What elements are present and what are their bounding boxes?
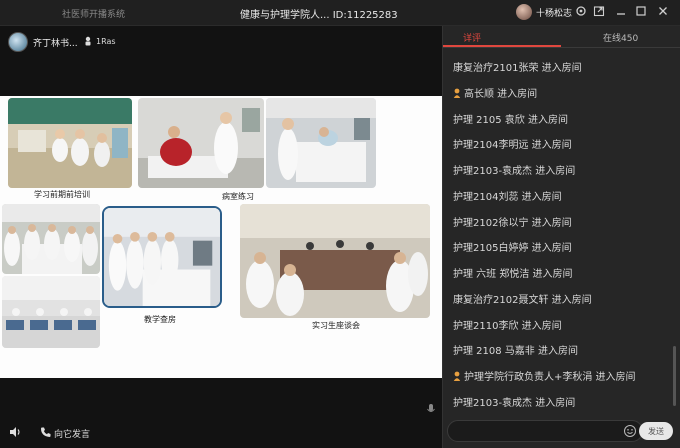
photo-group-training xyxy=(2,204,100,274)
username: 十杨松志 xyxy=(536,8,573,19)
list-item: 护理2103-袁成杰 进入房间 xyxy=(453,166,576,177)
caption-teaching-rounds: 教学查房 xyxy=(144,315,176,324)
user-profile[interactable]: 十杨松志 xyxy=(516,4,572,20)
list-item: 护理2103-袁成杰 进入房间 xyxy=(453,398,576,409)
close-icon[interactable] xyxy=(656,5,670,19)
caption-intern-meeting: 实习生座谈会 xyxy=(312,321,360,330)
list-item: 康复治疗2102聂文轩 进入房间 xyxy=(453,295,592,306)
host-info[interactable]: 齐丁林书... xyxy=(8,32,78,52)
list-item: 护理 2105 袁欣 进入房间 xyxy=(453,115,568,126)
volume-icon[interactable] xyxy=(8,425,22,439)
list-item: 护理 2108 马嘉非 进入房间 xyxy=(453,346,578,357)
scrollbar[interactable] xyxy=(673,346,676,406)
app-title: 社医师开播系统 xyxy=(62,10,126,20)
minimize-icon[interactable] xyxy=(614,5,628,19)
viewer-count: 1Ras xyxy=(84,36,116,46)
caption-ward-practice: 病室练习 xyxy=(222,192,254,201)
message-list: 康复治疗2101张荣 进入房间 高长顺 进入房间 护理 2105 袁欣 进入房间… xyxy=(443,50,673,412)
list-item: 护理2102徐以宁 进入房间 xyxy=(453,218,572,229)
person-icon xyxy=(85,36,91,46)
stream-area: 齐丁林书... 1Ras 学习前期前培训 病室练习 教学查房 实习生座谈会 xyxy=(0,26,442,448)
room-title: 健康与护理学院人... ID:11225283 xyxy=(240,10,398,21)
guard-badge-icon xyxy=(453,88,461,98)
share-icon[interactable] xyxy=(592,5,606,19)
chat-input[interactable] xyxy=(447,420,643,442)
host-avatar[interactable] xyxy=(8,32,28,52)
list-item: 护理2110李欣 进入房间 xyxy=(453,321,562,332)
voice-chat-button[interactable]: 向它发言 xyxy=(54,427,90,440)
avatar[interactable] xyxy=(516,4,532,20)
list-item: 护理学院行政负责人+李秋涓 进入房间 xyxy=(453,368,636,383)
mic-icon[interactable] xyxy=(424,402,438,416)
send-button[interactable]: 发送 xyxy=(639,422,673,440)
chat-input-row: 发送 xyxy=(447,420,677,442)
chat-panel: 详评 在线450 康复治疗2101张荣 进入房间 高长顺 进入房间 护理 210… xyxy=(442,26,680,448)
list-item: 护理2104刘蕊 进入房间 xyxy=(453,192,562,203)
guard-badge-icon xyxy=(453,371,461,381)
list-item: 护理2105白婷婷 进入房间 xyxy=(453,243,572,254)
list-item: 护理2104李明远 进入房间 xyxy=(453,140,572,151)
photo-pre-internship-training xyxy=(8,98,132,188)
emoji-icon[interactable] xyxy=(623,424,637,438)
photo-ward-practice-2 xyxy=(266,98,376,188)
caption-pre-internship: 学习前期前培训 xyxy=(34,190,90,199)
presentation-slide: 学习前期前培训 病室练习 教学查房 实习生座谈会 xyxy=(0,96,442,378)
list-item: 护理 六班 郑悦洁 进入房间 xyxy=(453,269,573,280)
photo-intern-meeting xyxy=(240,204,430,318)
list-item: 康复治疗2101张荣 进入房间 xyxy=(453,63,582,74)
photo-ward-practice-1 xyxy=(138,98,264,188)
viewer-count-label: 1Ras xyxy=(96,36,116,46)
list-item: 高长顺 进入房间 xyxy=(453,85,537,100)
title-bar: 社医师开播系统 健康与护理学院人... ID:11225283 十杨松志 xyxy=(0,0,680,26)
maximize-icon[interactable] xyxy=(634,5,648,19)
photo-teaching-rounds xyxy=(102,206,222,308)
settings-icon[interactable] xyxy=(574,5,588,19)
tab-chat[interactable]: 详评 xyxy=(463,31,481,44)
photo-classroom xyxy=(2,276,100,348)
tab-online[interactable]: 在线450 xyxy=(603,31,638,44)
active-tab-indicator xyxy=(443,45,561,47)
panel-tabs: 详评 在线450 xyxy=(443,26,680,48)
phone-icon[interactable] xyxy=(40,426,52,438)
host-name: 齐丁林书... xyxy=(33,38,78,49)
bottom-toolbar: 向它发言 xyxy=(0,418,442,448)
